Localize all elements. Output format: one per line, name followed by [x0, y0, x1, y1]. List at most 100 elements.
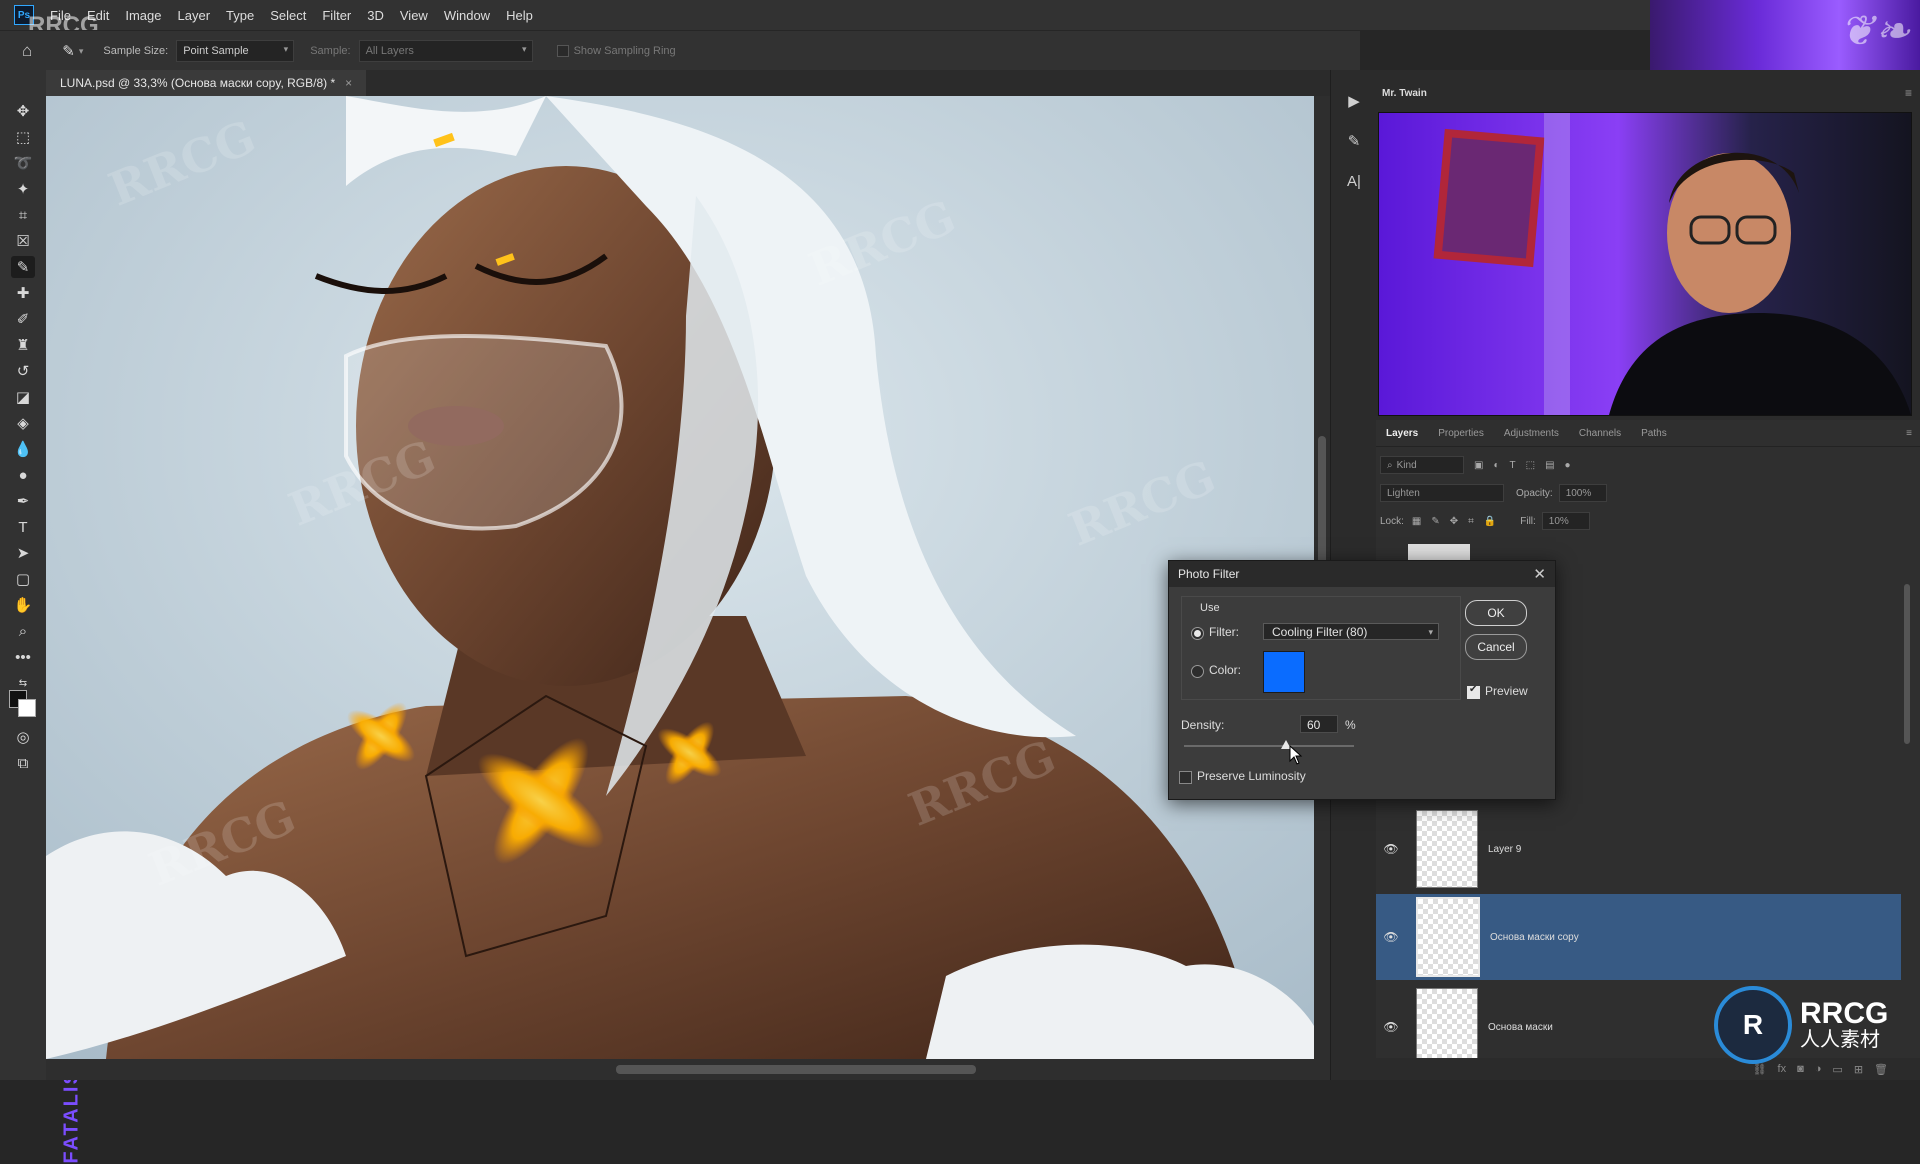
dialog-title-bar[interactable]: Photo Filter	[1169, 561, 1555, 587]
eraser-tool-icon[interactable]: ◪	[11, 386, 35, 408]
lasso-tool-icon[interactable]: ➰	[11, 152, 35, 174]
eye-visibility-icon[interactable]: 👁	[1376, 1020, 1406, 1034]
shape-tool-icon[interactable]: ▢	[11, 568, 35, 590]
delete-layer-icon[interactable]: 🗑	[1874, 1063, 1888, 1076]
new-group-icon[interactable]: ▭	[1832, 1063, 1842, 1076]
clone-stamp-tool-icon[interactable]: ♜	[11, 334, 35, 356]
crop-tool-icon[interactable]: ⌗	[11, 204, 35, 226]
layer-row-selected[interactable]: 👁 Основа маски copy	[1376, 894, 1901, 980]
layer-name: Layer 9	[1488, 843, 1522, 855]
add-mask-icon[interactable]: ◙	[1797, 1063, 1804, 1075]
layer-row[interactable]: 👁 Layer 9	[1376, 806, 1901, 892]
filter-select[interactable]: Cooling Filter (80) ▾	[1263, 623, 1439, 640]
new-layer-icon[interactable]: ⊞	[1854, 1063, 1863, 1076]
kind-filter-select[interactable]: ⌕ Kind	[1380, 456, 1464, 474]
paint-bucket-tool-icon[interactable]: ◈	[11, 412, 35, 434]
menu-view[interactable]: View	[392, 8, 436, 23]
type-tool-icon[interactable]: T	[11, 516, 35, 538]
play-actions-icon[interactable]: ▶	[1343, 90, 1365, 112]
screen-mode-icon[interactable]: ⧉	[11, 752, 35, 774]
eyedropper-tool-icon[interactable]: ✎	[11, 256, 35, 278]
lock-all-icon[interactable]: 🔒	[1484, 516, 1496, 527]
scrollbar-thumb[interactable]	[616, 1065, 976, 1074]
brush-tool-icon[interactable]: ✐	[11, 308, 35, 330]
quick-mask-icon[interactable]: ◎	[11, 726, 35, 748]
density-slider[interactable]	[1184, 745, 1354, 747]
menu-image[interactable]: Image	[117, 8, 169, 23]
eyedropper-preset-icon[interactable]: ✎	[62, 42, 75, 60]
menu-window[interactable]: Window	[436, 8, 498, 23]
layers-list-scrollbar[interactable]	[1902, 544, 1912, 944]
close-icon[interactable]: ✕	[1533, 565, 1546, 583]
smart-object-filter-icon[interactable]: ▤	[1545, 460, 1554, 471]
eye-visibility-icon[interactable]: 👁	[1376, 930, 1406, 944]
adjustment-layer-icon[interactable]: ◑	[1815, 1063, 1822, 1075]
lock-transparent-icon[interactable]: ▦	[1412, 516, 1421, 527]
pen-tool-icon[interactable]: ✒	[11, 490, 35, 512]
zoom-tool-icon[interactable]: ⌕	[11, 620, 35, 642]
scrollbar-thumb[interactable]	[1904, 584, 1910, 744]
panel-menu-icon[interactable]: ≡	[1905, 86, 1912, 100]
density-input[interactable]: 60	[1300, 715, 1338, 733]
tab-properties[interactable]: Properties	[1428, 428, 1494, 439]
opacity-field[interactable]: 100%	[1558, 484, 1607, 502]
tab-paths[interactable]: Paths	[1631, 428, 1677, 439]
magic-wand-tool-icon[interactable]: ✦	[11, 178, 35, 200]
lock-artboard-icon[interactable]: ⌗	[1468, 516, 1474, 527]
adjustment-filter-icon[interactable]: ◐	[1493, 460, 1499, 471]
eye-visibility-icon[interactable]: 👁	[1376, 842, 1406, 856]
filter-toggle-icon[interactable]: ●	[1565, 460, 1571, 471]
blur-tool-icon[interactable]: 💧	[11, 438, 35, 460]
sample-select[interactable]: All Layers ▾	[358, 40, 533, 62]
preset-dropdown-caret-icon[interactable]: ▾	[79, 46, 84, 57]
dodge-tool-icon[interactable]: ●	[11, 464, 35, 486]
history-brush-tool-icon[interactable]: ↺	[11, 360, 35, 382]
color-swatch[interactable]	[1263, 651, 1305, 693]
menu-select[interactable]: Select	[262, 8, 314, 23]
tab-layers[interactable]: Layers	[1376, 428, 1428, 439]
hand-tool-icon[interactable]: ✋	[11, 594, 35, 616]
tab-adjustments[interactable]: Adjustments	[1494, 428, 1569, 439]
cancel-button[interactable]: Cancel	[1465, 634, 1527, 660]
menu-help[interactable]: Help	[498, 8, 541, 23]
healing-brush-tool-icon[interactable]: ✚	[11, 282, 35, 304]
background-color-swatch[interactable]	[18, 699, 36, 717]
shape-filter-icon[interactable]: ⬚	[1526, 460, 1535, 471]
canvas-artwork[interactable]: RRCG RRCG RRCG RRCG RRCG RRCG	[46, 96, 1314, 1059]
preview-checkbox[interactable]	[1467, 684, 1480, 699]
menu-type[interactable]: Type	[218, 8, 262, 23]
ok-button[interactable]: OK	[1465, 600, 1527, 626]
layer-style-icon[interactable]: fx	[1778, 1063, 1787, 1075]
brush-settings-icon[interactable]: ✎	[1343, 130, 1365, 152]
document-tab[interactable]: LUNA.psd @ 33,3% (Основа маски copy, RGB…	[46, 70, 367, 96]
lock-pixels-icon[interactable]: ✎	[1431, 516, 1439, 527]
more-tools-icon[interactable]: •••	[11, 646, 35, 668]
panel-menu-icon[interactable]: ≡	[1906, 428, 1912, 439]
fill-field[interactable]: 10%	[1541, 512, 1590, 530]
link-layers-icon[interactable]: ⛓	[1753, 1063, 1767, 1076]
sample-size-select[interactable]: Point Sample ▾	[176, 40, 295, 62]
menu-layer[interactable]: Layer	[170, 8, 219, 23]
character-panel-icon[interactable]: A|	[1343, 170, 1365, 192]
frame-tool-icon[interactable]: ☒	[11, 230, 35, 252]
move-tool-icon[interactable]: ✥	[11, 100, 35, 122]
type-filter-icon[interactable]: T	[1510, 460, 1516, 471]
blend-mode-select[interactable]: Lighten	[1380, 484, 1504, 502]
color-label: Color:	[1209, 663, 1242, 677]
canvas-horizontal-scrollbar[interactable]	[46, 1059, 1330, 1080]
menu-3d[interactable]: 3D	[359, 8, 392, 23]
tab-channels[interactable]: Channels	[1569, 428, 1631, 439]
home-icon[interactable]: ⌂	[22, 41, 32, 61]
menu-filter[interactable]: Filter	[314, 8, 359, 23]
close-tab-icon[interactable]: ×	[345, 76, 352, 90]
preserve-luminosity-checkbox[interactable]	[1179, 771, 1192, 784]
path-selection-tool-icon[interactable]: ➤	[11, 542, 35, 564]
layer-name: Основа маски	[1488, 1021, 1553, 1033]
filter-radio[interactable]	[1191, 627, 1204, 640]
sample-label: Sample:	[310, 45, 351, 57]
pixel-filter-icon[interactable]: ▣	[1474, 460, 1483, 471]
lock-position-icon[interactable]: ✥	[1450, 516, 1458, 527]
show-sampling-ring-checkbox[interactable]	[556, 45, 569, 57]
color-radio[interactable]	[1191, 665, 1204, 678]
marquee-tool-icon[interactable]: ⬚	[11, 126, 35, 148]
